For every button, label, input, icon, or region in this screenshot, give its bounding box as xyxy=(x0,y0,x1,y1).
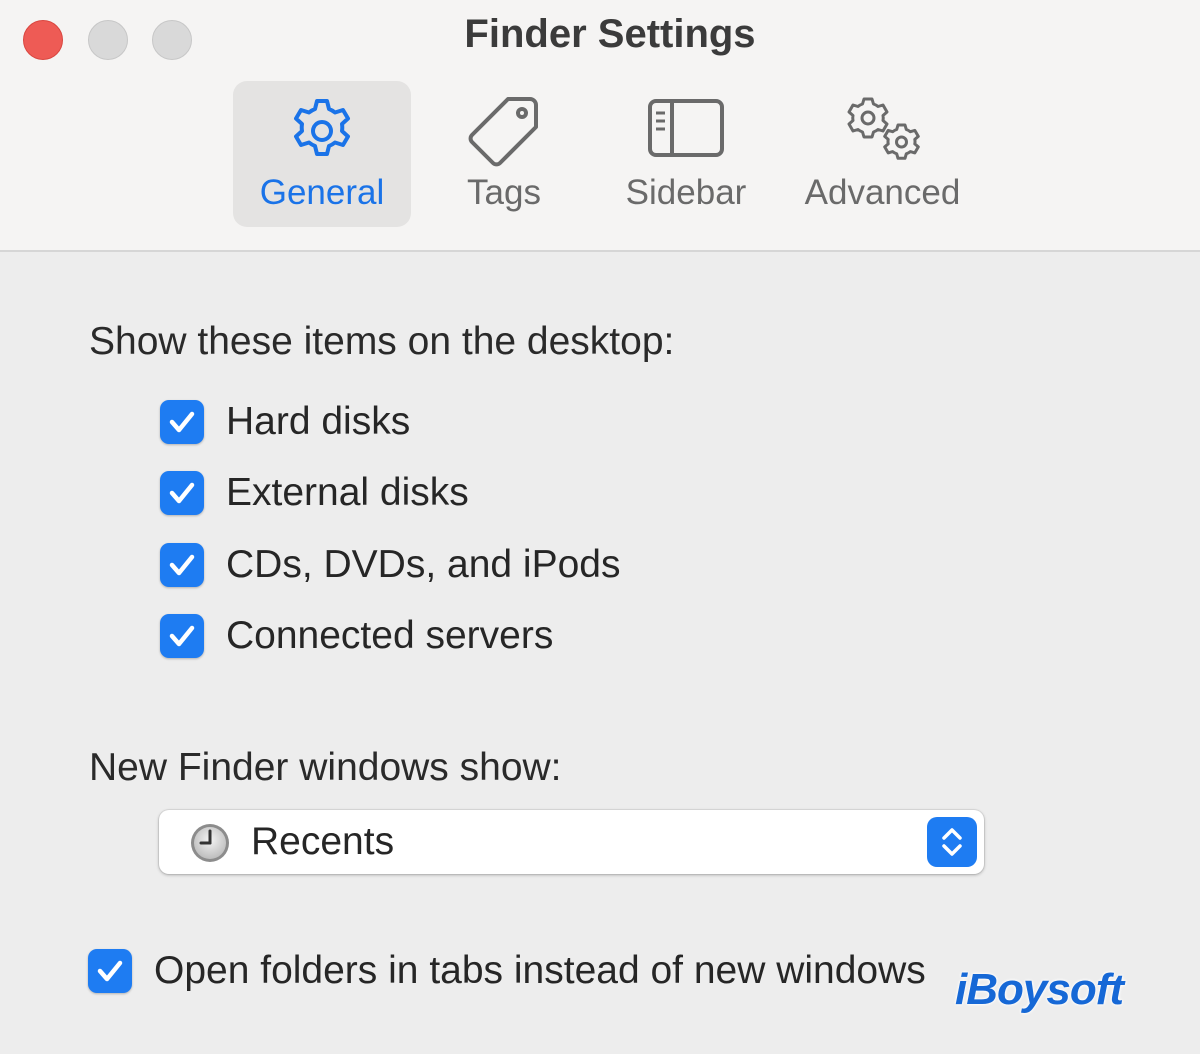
cds-dvds-ipods-label: CDs, DVDs, and iPods xyxy=(226,543,621,586)
gear-icon xyxy=(233,95,411,165)
hard-disks-label: Hard disks xyxy=(226,400,411,443)
iboysoft-watermark: iBoysoft xyxy=(955,965,1124,1014)
popup-selected-value: Recents xyxy=(251,820,395,863)
open-folders-in-tabs-label: Open folders in tabs instead of new wind… xyxy=(154,949,926,992)
tab-advanced[interactable]: Advanced xyxy=(790,81,975,227)
new-windows-popup[interactable]: Recents xyxy=(159,810,984,874)
window-title: Finder Settings xyxy=(464,12,756,56)
tab-label: Tags xyxy=(467,173,541,212)
desktop-items-heading: Show these items on the desktop: xyxy=(89,320,675,363)
external-disks-option[interactable]: External disks xyxy=(160,468,469,518)
tab-general[interactable]: General xyxy=(233,81,411,227)
chevron-updown-icon[interactable] xyxy=(927,817,977,867)
external-disks-checkbox[interactable] xyxy=(160,471,204,515)
external-disks-label: External disks xyxy=(226,471,469,514)
tab-label: Sidebar xyxy=(625,173,747,212)
tab-label: Advanced xyxy=(804,173,961,212)
connected-servers-label: Connected servers xyxy=(226,614,554,657)
clock-icon xyxy=(189,822,231,869)
toolbar: Finder Settings General Tags Sidebar Adv… xyxy=(0,0,1200,252)
open-folders-in-tabs-option[interactable]: Open folders in tabs instead of new wind… xyxy=(88,946,926,996)
hard-disks-option[interactable]: Hard disks xyxy=(160,397,410,447)
cds-dvds-ipods-checkbox[interactable] xyxy=(160,543,204,587)
open-folders-in-tabs-checkbox[interactable] xyxy=(88,949,132,993)
hard-disks-checkbox[interactable] xyxy=(160,400,204,444)
connected-servers-option[interactable]: Connected servers xyxy=(160,611,553,661)
new-windows-heading: New Finder windows show: xyxy=(89,746,562,789)
gears-icon xyxy=(790,95,975,165)
finder-settings-window: Finder Settings General Tags Sidebar Adv… xyxy=(0,0,1200,1054)
tag-icon xyxy=(425,95,583,167)
cds-dvds-ipods-option[interactable]: CDs, DVDs, and iPods xyxy=(160,540,620,590)
connected-servers-checkbox[interactable] xyxy=(160,614,204,658)
sidebar-icon xyxy=(610,95,762,165)
tab-label: General xyxy=(259,173,385,212)
tab-tags[interactable]: Tags xyxy=(425,81,583,227)
tab-sidebar[interactable]: Sidebar xyxy=(610,81,762,227)
